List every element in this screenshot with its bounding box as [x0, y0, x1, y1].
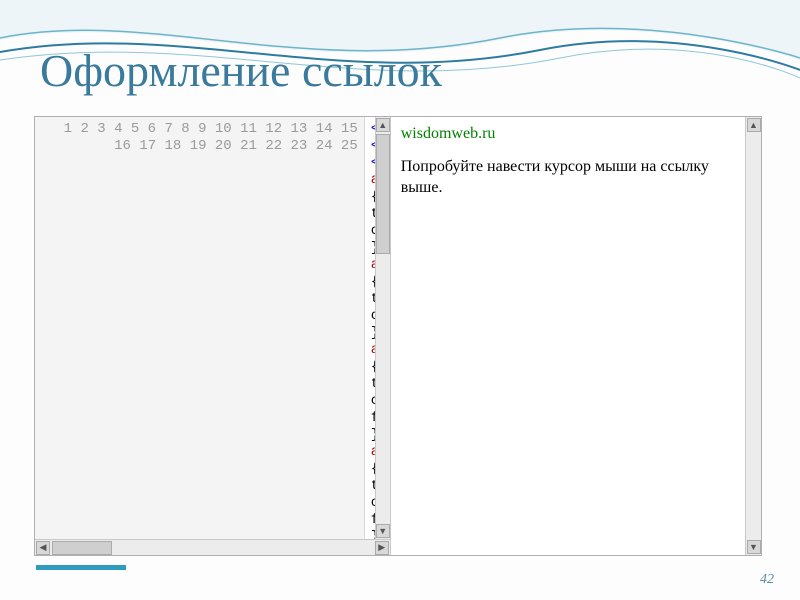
code-horizontal-scrollbar[interactable]: ◀ ▶: [35, 539, 390, 555]
preview-paragraph: Попробуйте навести курсор мыши на ссылку…: [401, 157, 735, 199]
bottom-accent-bar: [36, 565, 126, 570]
page-number: 42: [760, 572, 774, 588]
scroll-up-arrow-icon[interactable]: ▲: [376, 118, 390, 132]
scroll-left-arrow-icon[interactable]: ◀: [36, 541, 50, 555]
preview-link[interactable]: wisdomweb.ru: [401, 125, 496, 142]
scroll-down-arrow-icon[interactable]: ▼: [376, 524, 390, 538]
code-vertical-scrollbar[interactable]: ▲ ▼: [375, 117, 390, 539]
preview-vertical-scrollbar[interactable]: ▲ ▼: [745, 117, 761, 555]
scroll-up-arrow-icon[interactable]: ▲: [747, 118, 761, 132]
preview-pane: wisdomweb.ru Попробуйте навести курсор м…: [391, 117, 761, 555]
example-panel: 1 2 3 4 5 6 7 8 9 10 11 12 13 14 15 16 1…: [34, 116, 762, 556]
code-pane: 1 2 3 4 5 6 7 8 9 10 11 12 13 14 15 16 1…: [35, 117, 391, 555]
scroll-thumb-vertical[interactable]: [376, 134, 390, 254]
scroll-right-arrow-icon[interactable]: ▶: [375, 541, 389, 555]
scroll-down-arrow-icon[interactable]: ▼: [747, 540, 761, 554]
scroll-thumb-horizontal[interactable]: [52, 541, 112, 555]
slide-title: Оформление ссылок: [40, 44, 442, 97]
code-area[interactable]: <html> <head> <style type='text/css'> a:…: [365, 117, 375, 539]
line-number-gutter: 1 2 3 4 5 6 7 8 9 10 11 12 13 14 15 16 1…: [35, 117, 365, 539]
